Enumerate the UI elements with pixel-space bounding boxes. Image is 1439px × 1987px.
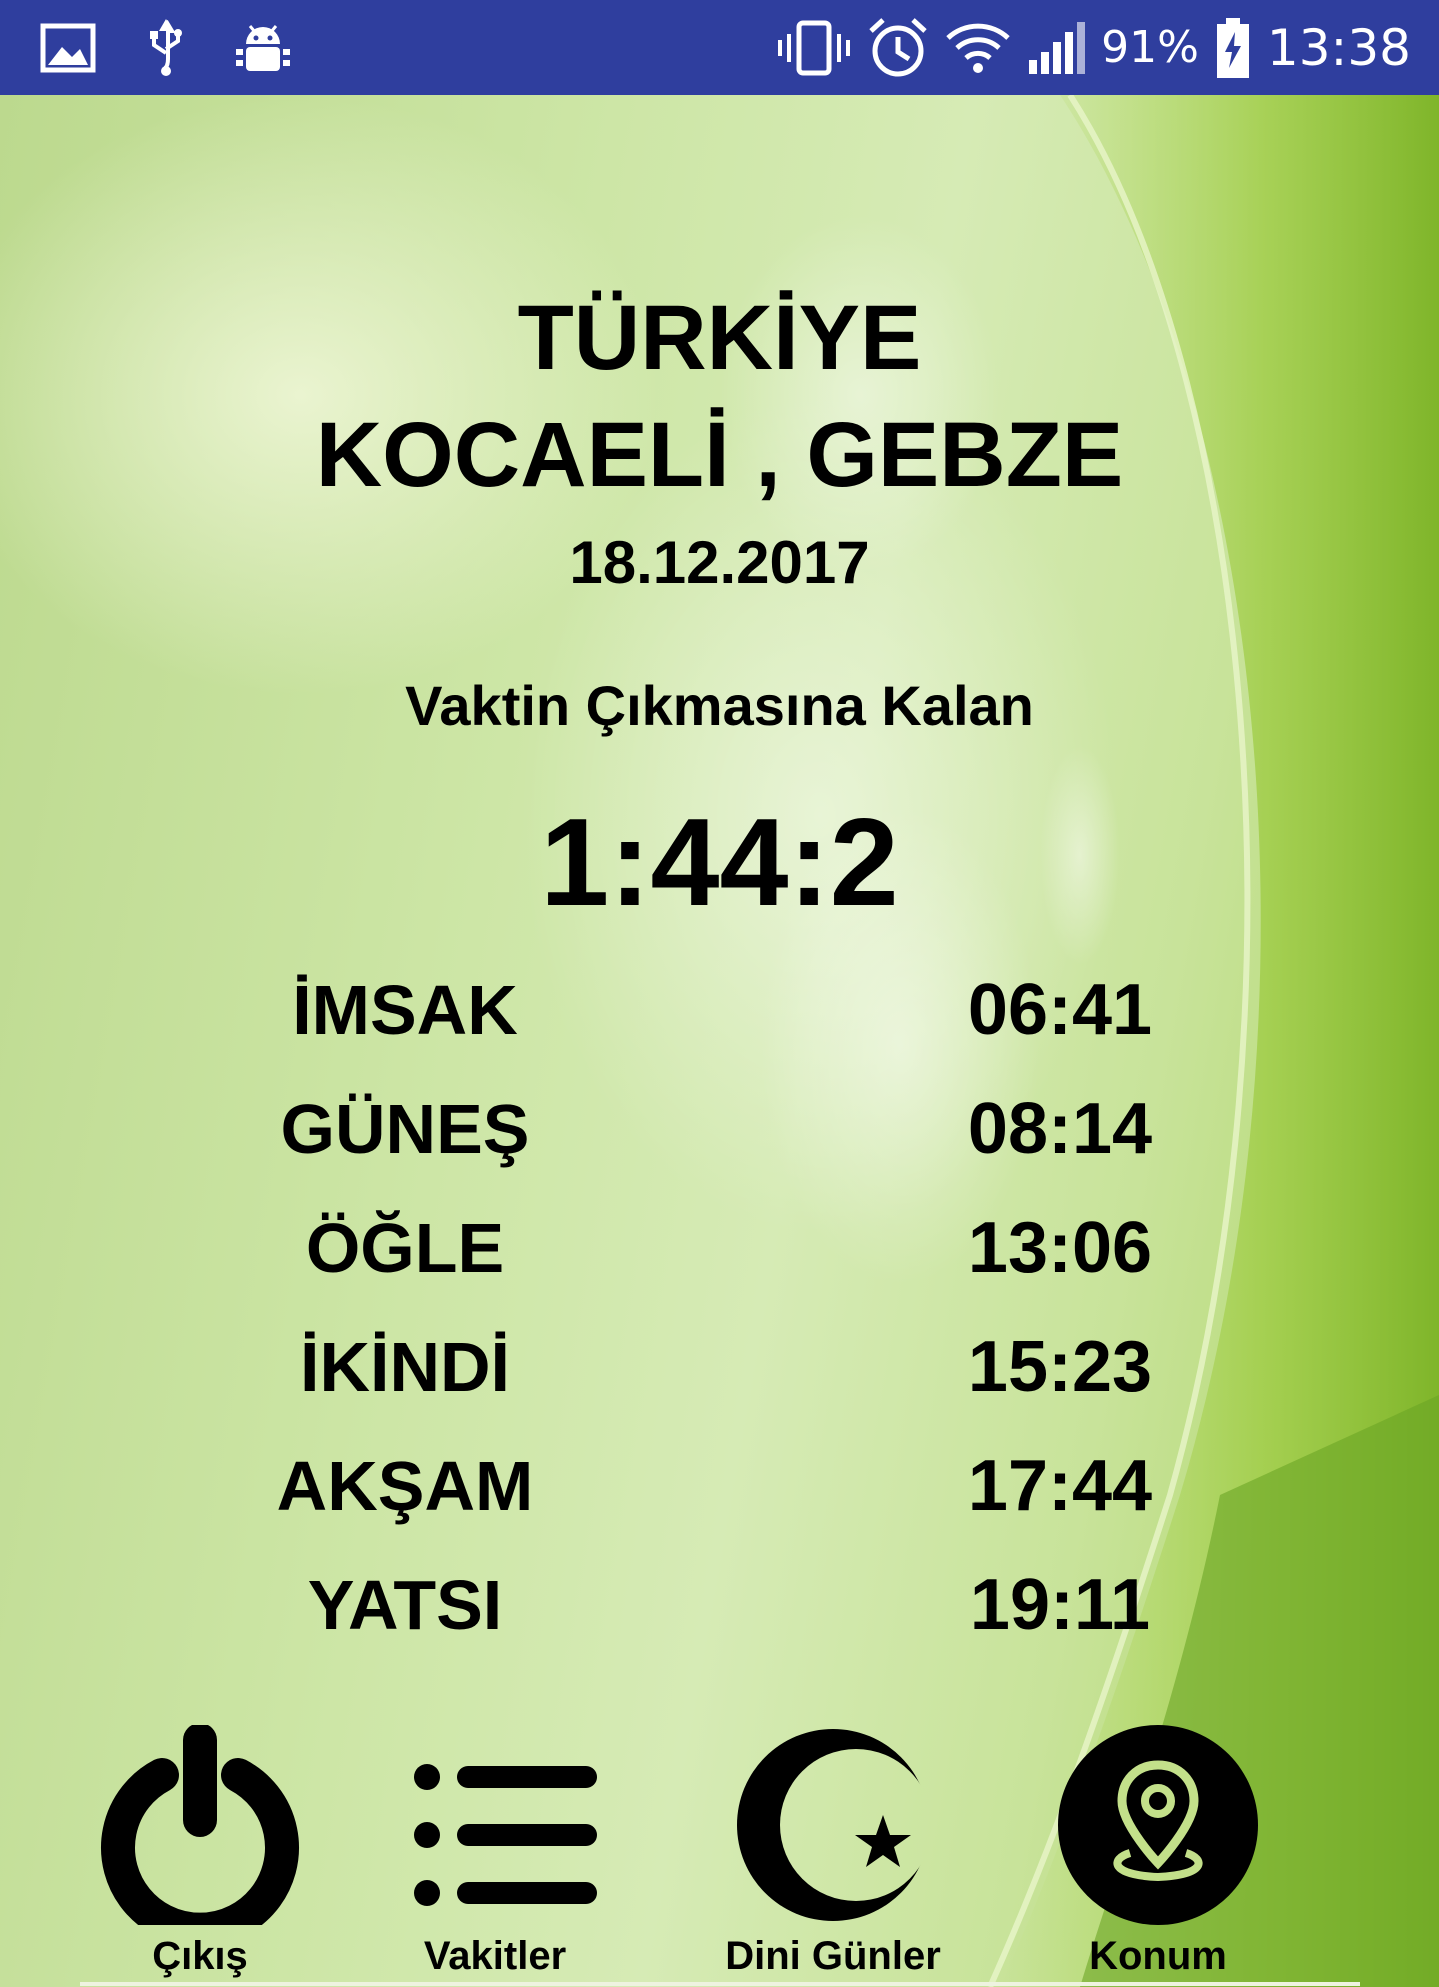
nav-times-label: Vakitler xyxy=(423,1934,567,1978)
prayer-row-yatsi: YATSI 19:11 xyxy=(0,1555,1439,1655)
android-debug-icon xyxy=(236,24,290,71)
status-clock: 13:38 xyxy=(1266,18,1411,77)
prayer-name: GÜNEŞ xyxy=(280,1090,530,1168)
list-icon xyxy=(414,1764,597,1906)
location-pin-icon xyxy=(1058,1725,1258,1925)
image-icon xyxy=(40,23,96,72)
power-icon xyxy=(101,1725,299,1925)
prayer-row-imsak: İMSAK 06:41 xyxy=(0,960,1439,1060)
nav-religious-days-label: Dini Günler xyxy=(725,1934,941,1978)
vibrate-icon xyxy=(778,20,851,75)
prayer-time: 19:11 xyxy=(969,1565,1151,1645)
nav-location-label: Konum xyxy=(1089,1934,1227,1978)
city-title: KOCAELİ , GEBZE xyxy=(315,404,1124,506)
date-label: 18.12.2017 xyxy=(569,529,870,596)
status-bar: 91% 13:38 xyxy=(0,0,1439,95)
nav-religious-days-button[interactable]: Dini Günler xyxy=(693,1715,973,1987)
prayer-name: İKİNDİ xyxy=(300,1328,510,1406)
nav-location-button[interactable]: Konum xyxy=(1018,1715,1298,1987)
countdown-value: 1:44:2 xyxy=(540,794,899,932)
signal-icon xyxy=(1029,21,1086,74)
nav-exit-label: Çıkış xyxy=(152,1934,248,1978)
status-bar-right: 91% 13:38 xyxy=(777,0,1411,95)
prayer-row-ogle: ÖĞLE 13:06 xyxy=(0,1198,1439,1298)
bottom-nav: Çıkış Vakitler Dini Günler Konum xyxy=(0,1715,1439,1987)
status-bar-left xyxy=(40,0,290,95)
prayer-row-gunes: GÜNEŞ 08:14 xyxy=(0,1079,1439,1179)
nav-bottom-divider xyxy=(80,1982,1360,1986)
country-title: TÜRKİYE xyxy=(517,287,922,389)
prayer-name: AKŞAM xyxy=(276,1447,534,1525)
prayer-time: 15:23 xyxy=(967,1327,1153,1407)
usb-icon xyxy=(150,18,182,76)
battery-percent: 91% xyxy=(1101,21,1199,73)
crescent-star-icon xyxy=(737,1729,929,1921)
prayer-time: 13:06 xyxy=(967,1208,1153,1288)
remaining-time-label: Vaktin Çıkmasına Kalan xyxy=(405,674,1034,737)
nav-times-button[interactable]: Vakitler xyxy=(355,1715,635,1987)
battery-charging-icon xyxy=(1216,17,1249,78)
prayer-row-aksam: AKŞAM 17:44 xyxy=(0,1436,1439,1536)
prayer-row-ikindi: İKİNDİ 15:23 xyxy=(0,1317,1439,1417)
prayer-time: 06:41 xyxy=(967,970,1153,1050)
prayer-time: 17:44 xyxy=(967,1446,1153,1526)
nav-exit-button[interactable]: Çıkış xyxy=(60,1715,340,1987)
prayer-name: ÖĞLE xyxy=(305,1209,505,1287)
alarm-icon xyxy=(869,17,927,76)
wifi-icon xyxy=(946,23,1010,73)
prayer-name: İMSAK xyxy=(292,971,518,1049)
prayer-time: 08:14 xyxy=(967,1089,1153,1169)
prayer-name: YATSI xyxy=(307,1566,503,1644)
